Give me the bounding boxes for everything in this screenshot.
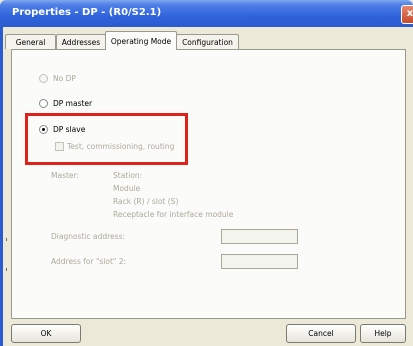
tab-operating-mode[interactable]: Operating Mode [105,31,177,50]
no-dp-label: No DP [53,74,76,83]
frame-tick [6,268,7,271]
ok-button[interactable]: OK [11,324,81,343]
window-title: Properties - DP - (R0/S2.1) [12,7,162,18]
window-frame-left [0,27,3,346]
radio-no-dp[interactable] [39,74,48,83]
operating-mode-panel [11,49,406,319]
tab-configuration[interactable]: Configuration [176,34,239,49]
receptacle-label: Receptacle for interface module [113,210,234,219]
master-label: Master: [51,171,80,180]
slot2-address-field[interactable] [221,254,298,269]
highlight-box [25,113,188,165]
cancel-button[interactable]: Cancel [286,324,356,343]
station-label: Station: [113,171,143,180]
properties-dialog: Properties - DP - (R0/S2.1) x General Ad… [0,0,413,346]
radio-dp-master[interactable] [39,99,48,108]
frame-tick [6,238,7,241]
tab-general[interactable]: General [5,34,56,49]
tab-addresses[interactable]: Addresses [56,34,106,49]
module-label: Module [113,184,141,193]
help-button[interactable]: Help [360,324,406,343]
diagnostic-address-field[interactable] [221,229,298,244]
title-bar[interactable]: Properties - DP - (R0/S2.1) x [0,0,413,27]
diagnostic-address-label: Diagnostic address: [51,232,125,241]
rack-slot-label: Rack (R) / slot (S) [113,197,179,206]
dp-master-label: DP master [53,99,93,108]
slot2-address-label: Address for "slot" 2: [51,257,127,266]
close-button[interactable]: x [401,5,413,24]
